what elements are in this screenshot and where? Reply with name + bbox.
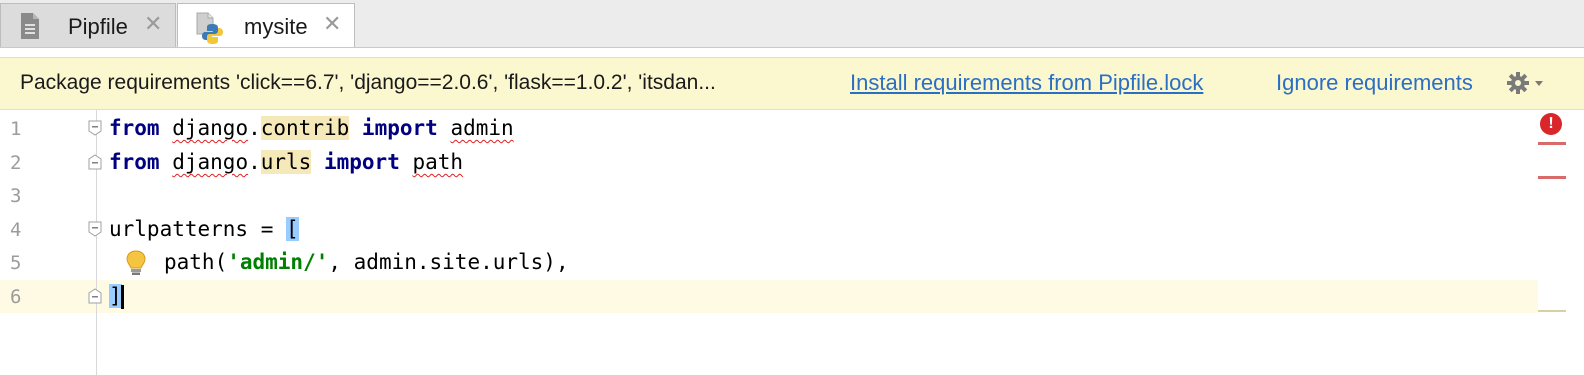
code-line-1[interactable]: 1 from django.contrib import admin <box>0 112 1540 145</box>
code-text: from django.urls import path <box>109 150 464 174</box>
tab-label: mysite <box>244 14 308 39</box>
line-number: 1 <box>10 118 22 140</box>
install-requirements-link[interactable]: Install requirements from Pipfile.lock <box>850 70 1203 96</box>
text-caret <box>120 285 124 309</box>
fold-collapse-icon[interactable] <box>88 221 102 237</box>
code-line-5[interactable]: 5 path('admin/', admin.site.urls), <box>0 246 1540 279</box>
ignore-requirements-link[interactable]: Ignore requirements <box>1276 70 1473 96</box>
code-text: path('admin/', admin.site.urls), <box>164 250 569 274</box>
code-line-4[interactable]: 4 urlpatterns = [ <box>0 213 1540 246</box>
lightbulb-icon[interactable] <box>122 249 150 277</box>
python-file-icon <box>194 12 226 48</box>
close-icon[interactable]: ✕ <box>323 12 341 37</box>
error-indicator-icon[interactable]: ! <box>1540 113 1562 135</box>
code-line-6[interactable]: 6 ] <box>0 280 1540 313</box>
code-editor[interactable]: 1 from django.contrib import admin 2 fro… <box>0 110 1584 375</box>
document-icon <box>19 12 41 44</box>
tab-pipfile[interactable]: Pipfile ✕ <box>0 3 176 47</box>
line-number: 4 <box>10 219 22 241</box>
gear-icon[interactable] <box>1506 70 1546 96</box>
code-line-3[interactable]: 3 <box>0 179 1540 212</box>
fold-end-icon[interactable] <box>88 154 102 170</box>
tab-mysite[interactable]: mysite ✕ <box>177 3 355 47</box>
fold-collapse-icon[interactable] <box>88 120 102 136</box>
error-stripe-mark[interactable] <box>1538 176 1566 179</box>
caret-position-mark <box>1538 310 1566 312</box>
line-number: 6 <box>10 286 22 308</box>
code-text: urlpatterns = [ <box>109 217 299 241</box>
package-requirements-banner: Package requirements 'click==6.7', 'djan… <box>0 57 1584 110</box>
editor-tab-bar: Pipfile ✕ mysite ✕ <box>0 0 1584 48</box>
error-stripe-mark[interactable] <box>1538 142 1566 145</box>
banner-message: Package requirements 'click==6.7', 'djan… <box>20 71 716 94</box>
line-number: 3 <box>10 185 22 207</box>
line-number: 2 <box>10 152 22 174</box>
code-line-2[interactable]: 2 from django.urls import path <box>0 146 1540 179</box>
line-number: 5 <box>10 252 22 274</box>
close-icon[interactable]: ✕ <box>144 12 162 37</box>
code-text: from django.contrib import admin <box>109 116 514 140</box>
tab-label: Pipfile <box>68 14 128 39</box>
code-text: ] <box>109 284 124 309</box>
fold-end-icon[interactable] <box>88 288 102 304</box>
